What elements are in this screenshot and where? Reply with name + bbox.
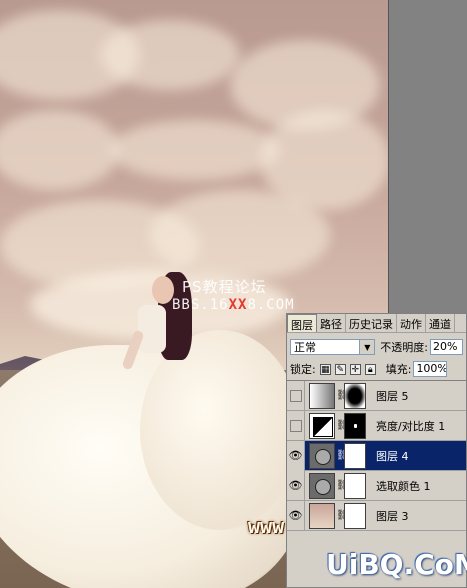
tab-layers[interactable]: 图层 bbox=[287, 314, 317, 332]
blend-mode-value: 正常 bbox=[294, 341, 316, 354]
lock-all-icon[interactable]: 🔒︎ bbox=[364, 363, 376, 375]
visibility-toggle[interactable] bbox=[287, 410, 305, 441]
opacity-input[interactable]: 20% bbox=[429, 339, 463, 355]
cloud bbox=[100, 20, 240, 90]
panel-tabs: 图层 路径 历史记录 动作 通道 bbox=[287, 314, 466, 333]
lock-fill-row: 锁定: ▦ ✎ ✛ 🔒︎ 填充: 100% bbox=[287, 358, 466, 380]
layer-thumbnail bbox=[309, 442, 335, 469]
layer-name: 亮度/对比度 1 bbox=[376, 419, 446, 433]
layer-list: ⛓ 图层 5 ⛓ 亮度/对比度 1 👁︎ ⛓ 图层 4 👁︎ ⛓ 选取颜色 1 … bbox=[287, 380, 466, 531]
watermark-ps-forum: PS教程论坛 bbox=[182, 278, 267, 296]
chain-link-icon[interactable]: ⛓ bbox=[336, 450, 349, 461]
eye-icon[interactable]: 👁︎ bbox=[287, 470, 305, 501]
layer-thumbnail bbox=[309, 382, 335, 409]
blend-mode-select[interactable]: 正常 ▼ bbox=[290, 339, 376, 355]
watermark-bbs-url: BBS.16XX8.COM bbox=[172, 297, 295, 313]
layer-name: 图层 4 bbox=[376, 449, 409, 463]
layer-row[interactable]: ⛓ 图层 5 bbox=[287, 380, 466, 411]
chevron-down-icon[interactable]: ▼ bbox=[359, 340, 375, 354]
watermark-bbs-prefix: BBS.16 bbox=[172, 297, 229, 313]
tab-actions[interactable]: 动作 bbox=[397, 314, 426, 332]
layer-row-selected[interactable]: 👁︎ ⛓ 图层 4 bbox=[287, 440, 466, 471]
watermark-bbs-suffix: 8.COM bbox=[247, 297, 295, 313]
tab-history[interactable]: 历史记录 bbox=[346, 314, 397, 332]
fill-label: 填充: bbox=[385, 363, 412, 376]
gown-bodice bbox=[138, 305, 166, 353]
wedding-gown-train bbox=[140, 330, 300, 530]
layer-row[interactable]: 👁︎ ⛓ 选取颜色 1 bbox=[287, 470, 466, 501]
workspace-background bbox=[388, 0, 467, 314]
visibility-toggle[interactable] bbox=[287, 380, 305, 411]
cloud bbox=[150, 190, 330, 280]
chain-link-icon[interactable]: ⛓ bbox=[336, 390, 349, 401]
cloud bbox=[110, 120, 280, 180]
layers-panel: 图层 路径 历史记录 动作 通道 正常 ▼ 不透明度: 20% 锁定: ▦ ✎ … bbox=[286, 313, 467, 588]
layer-mask-thumbnail[interactable] bbox=[344, 472, 366, 499]
layer-name: 选取颜色 1 bbox=[376, 479, 431, 493]
layer-name: 图层 5 bbox=[376, 389, 409, 403]
lock-label: 锁定: bbox=[290, 363, 316, 376]
chain-link-icon[interactable]: ⛓ bbox=[336, 420, 349, 431]
layer-mask-thumbnail[interactable] bbox=[344, 412, 366, 439]
opacity-label: 不透明度: bbox=[380, 341, 428, 354]
layer-row[interactable]: ⛓ 亮度/对比度 1 bbox=[287, 410, 466, 441]
tab-channels[interactable]: 通道 bbox=[426, 314, 455, 332]
eye-icon[interactable]: 👁︎ bbox=[287, 500, 305, 531]
blend-opacity-row: 正常 ▼ 不透明度: 20% bbox=[287, 336, 466, 358]
watermark-uibq: UiBQ.CoM bbox=[326, 548, 467, 581]
layer-row[interactable]: 👁︎ ⛓ 图层 3 bbox=[287, 500, 466, 531]
fill-input[interactable]: 100% bbox=[413, 361, 448, 377]
layer-name: 图层 3 bbox=[376, 509, 409, 523]
layer-mask-thumbnail[interactable] bbox=[344, 442, 366, 469]
layer-mask-thumbnail[interactable] bbox=[344, 502, 366, 529]
lock-position-icon[interactable]: ✛ bbox=[349, 363, 361, 375]
selective-color-adjustment-icon bbox=[309, 472, 335, 499]
layer-thumbnail bbox=[309, 502, 335, 529]
visibility-off-box bbox=[289, 419, 302, 432]
chain-link-icon[interactable]: ⛓ bbox=[336, 480, 349, 491]
chain-link-icon[interactable]: ⛓ bbox=[336, 510, 349, 521]
cloud bbox=[0, 110, 120, 190]
lock-pixels-icon[interactable]: ✎ bbox=[334, 363, 346, 375]
eye-icon[interactable]: 👁︎ bbox=[287, 440, 305, 471]
brightness-contrast-adjustment-icon bbox=[309, 412, 335, 439]
bride-face bbox=[152, 276, 174, 304]
lock-transparency-icon[interactable]: ▦ bbox=[319, 363, 331, 375]
layer-mask-thumbnail[interactable] bbox=[344, 382, 366, 409]
tab-paths[interactable]: 路径 bbox=[317, 314, 346, 332]
visibility-off-box bbox=[289, 389, 302, 402]
watermark-bbs-red: XX bbox=[228, 297, 248, 313]
